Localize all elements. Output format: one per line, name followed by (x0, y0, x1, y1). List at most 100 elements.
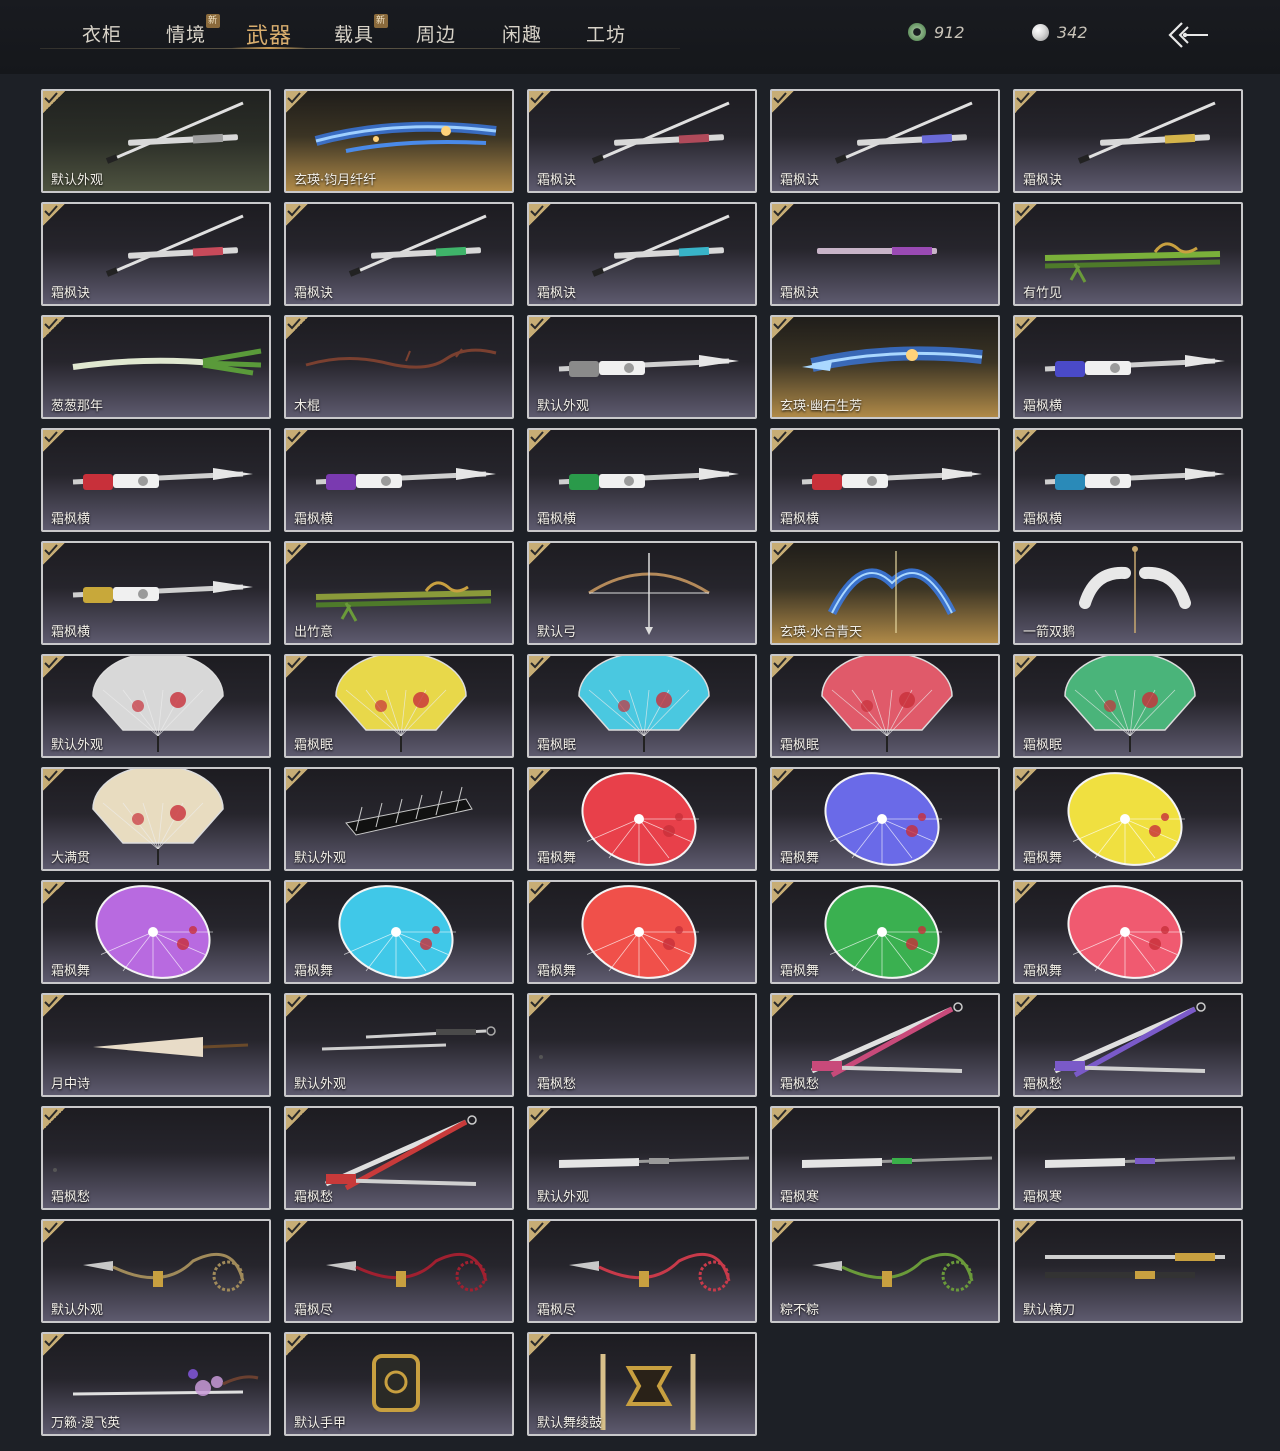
owned-check-icon (529, 91, 551, 113)
weapon-card[interactable]: 霜枫舞 (284, 880, 514, 984)
weapon-name: 霜枫舞 (780, 964, 820, 979)
weapon-card[interactable]: 月中诗 (41, 993, 271, 1097)
weapon-card[interactable]: 霜枫寒 (770, 1106, 1000, 1210)
owned-check-icon (43, 317, 65, 339)
weapon-name: 霜枫愁 (51, 1190, 91, 1205)
weapon-card[interactable]: 霜枫横 (1013, 428, 1243, 532)
weapon-card[interactable]: 出竹意 (284, 541, 514, 645)
weapon-card[interactable]: 霜枫舞 (1013, 767, 1243, 871)
weapon-name: 霜枫诀 (537, 286, 577, 301)
weapon-card[interactable]: 霜枫诀 (41, 202, 271, 306)
weapon-card[interactable]: 默认外观 (284, 993, 514, 1097)
weapon-card[interactable]: 霜枫舞 (41, 880, 271, 984)
weapon-name: 霜枫横 (51, 625, 91, 640)
owned-check-icon (772, 995, 794, 1017)
weapon-name: 霜枫寒 (1023, 1190, 1063, 1205)
weapon-card[interactable]: 霜枫诀 (1013, 89, 1243, 193)
weapon-card[interactable]: 万籁·漫飞英 (41, 1332, 271, 1436)
weapon-card[interactable]: 霜枫舞 (1013, 880, 1243, 984)
weapon-card[interactable]: 默认外观 (527, 315, 757, 419)
weapon-name: 霜枫舞 (294, 964, 334, 979)
owned-check-icon (529, 317, 551, 339)
new-badge: 新 (374, 14, 389, 28)
weapon-name: 霜枫诀 (1023, 173, 1063, 188)
category-tabs: 衣柜 情境新 武器 载具新 周边 闲趣 工坊 (40, 0, 680, 60)
owned-check-icon (286, 204, 308, 226)
weapon-card[interactable]: 默认弓 (527, 541, 757, 645)
weapon-card[interactable]: 默认外观 (284, 767, 514, 871)
weapon-name: 默认外观 (51, 738, 104, 753)
weapon-card[interactable]: 粽不粽 (770, 1219, 1000, 1323)
weapon-card[interactable]: 霜枫诀 (527, 89, 757, 193)
weapon-card[interactable]: 霜枫尽 (527, 1219, 757, 1323)
owned-check-icon (43, 1334, 65, 1356)
weapon-name: 霜枫尽 (537, 1303, 577, 1318)
weapon-card[interactable]: 霜枫横 (41, 428, 271, 532)
tab-leisure[interactable]: 闲趣 (502, 20, 542, 50)
owned-check-icon (529, 995, 551, 1017)
weapon-name: 霜枫寒 (780, 1190, 820, 1205)
weapon-card[interactable]: 霜枫眠 (284, 654, 514, 758)
back-button[interactable] (1166, 18, 1210, 52)
weapon-name: 默认手甲 (294, 1416, 347, 1431)
weapon-card[interactable]: 霜枫诀 (770, 89, 1000, 193)
weapon-card[interactable]: 霜枫眠 (1013, 654, 1243, 758)
tab-peripherals[interactable]: 周边 (416, 20, 456, 50)
owned-check-icon (286, 1334, 308, 1356)
tab-vehicles[interactable]: 载具新 (334, 14, 389, 50)
weapon-card[interactable]: 葱葱那年 (41, 315, 271, 419)
weapon-card[interactable]: 霜枫诀 (284, 202, 514, 306)
weapon-name: 粽不粽 (780, 1303, 820, 1318)
weapon-card[interactable]: 默认舞绫鼓 (527, 1332, 757, 1436)
weapon-card[interactable]: 默认外观 (41, 89, 271, 193)
weapon-name: 霜枫横 (51, 512, 91, 527)
owned-check-icon (286, 656, 308, 678)
weapon-card[interactable]: 霜枫诀 (770, 202, 1000, 306)
weapon-name: 霜枫横 (1023, 512, 1063, 527)
weapon-card[interactable]: 大满贯 (41, 767, 271, 871)
weapon-card[interactable]: 霜枫眠 (770, 654, 1000, 758)
weapon-card[interactable]: 霜枫舞 (770, 880, 1000, 984)
weapon-card[interactable]: 默认手甲 (284, 1332, 514, 1436)
weapon-card[interactable]: 木棍 (284, 315, 514, 419)
weapon-card[interactable]: 霜枫愁 (284, 1106, 514, 1210)
tab-workshop[interactable]: 工坊 (586, 20, 626, 50)
weapon-name: 霜枫眠 (537, 738, 577, 753)
weapon-card[interactable]: 霜枫舞 (527, 767, 757, 871)
weapon-card[interactable]: 玄瑛·水合青天 (770, 541, 1000, 645)
weapon-name: 玄瑛·幽石生芳 (780, 399, 863, 414)
weapon-name: 霜枫横 (780, 512, 820, 527)
owned-check-icon (772, 1108, 794, 1130)
weapon-card[interactable]: 默认外观 (41, 1219, 271, 1323)
weapon-card[interactable]: 霜枫愁 (41, 1106, 271, 1210)
weapon-card[interactable]: 霜枫寒 (1013, 1106, 1243, 1210)
owned-check-icon (529, 656, 551, 678)
weapon-card[interactable]: 霜枫尽 (284, 1219, 514, 1323)
tab-weapons[interactable]: 武器 (231, 18, 307, 49)
weapon-card[interactable]: 霜枫舞 (527, 880, 757, 984)
weapon-card[interactable]: 霜枫舞 (770, 767, 1000, 871)
weapon-card[interactable]: 霜枫诀 (527, 202, 757, 306)
weapon-card[interactable]: 玄瑛·钧月纤纤 (284, 89, 514, 193)
weapon-card[interactable]: 有竹见 (1013, 202, 1243, 306)
weapon-card[interactable]: 一箭双鹅 (1013, 541, 1243, 645)
tab-wardrobe[interactable]: 衣柜 (82, 20, 122, 50)
weapon-name: 霜枫眠 (294, 738, 334, 753)
weapon-card[interactable]: 玄瑛·幽石生芳 (770, 315, 1000, 419)
weapon-card[interactable]: 霜枫愁 (770, 993, 1000, 1097)
weapon-card[interactable]: 霜枫横 (770, 428, 1000, 532)
weapon-card[interactable]: 默认横刀 (1013, 1219, 1243, 1323)
weapon-card[interactable]: 霜枫横 (284, 428, 514, 532)
weapon-card[interactable]: 霜枫横 (527, 428, 757, 532)
weapon-card[interactable]: 默认外观 (527, 1106, 757, 1210)
weapon-card[interactable]: 霜枫横 (1013, 315, 1243, 419)
weapon-card[interactable]: 霜枫眠 (527, 654, 757, 758)
weapon-card[interactable]: 默认外观 (41, 654, 271, 758)
tab-scene[interactable]: 情境新 (166, 14, 221, 50)
new-badge: 新 (206, 14, 221, 28)
weapon-name: 霜枫舞 (537, 851, 577, 866)
weapon-card[interactable]: 霜枫横 (41, 541, 271, 645)
weapon-card[interactable]: 霜枫愁 (1013, 993, 1243, 1097)
weapon-card[interactable]: 霜枫愁 (527, 993, 757, 1097)
owned-check-icon (43, 882, 65, 904)
